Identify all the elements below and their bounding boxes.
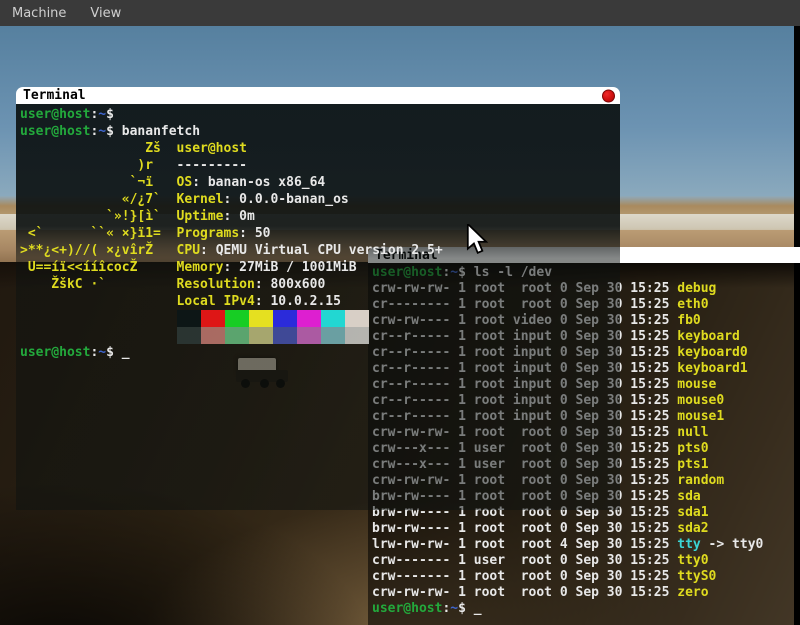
terminal1-title-bar[interactable]: Terminal [16, 87, 620, 104]
palette-swatch [249, 327, 273, 344]
ls-row: crw-rw-rw- 1 root root 0 Sep 30 15:25 ze… [372, 585, 800, 601]
fetch-line: Zš user@host [20, 140, 620, 157]
palette-swatch [201, 310, 225, 327]
palette-swatch [225, 310, 249, 327]
palette-swatch [177, 310, 201, 327]
palette-swatch [345, 327, 369, 344]
palette-swatch [225, 327, 249, 344]
menu-machine[interactable]: Machine [0, 0, 78, 26]
ls-row: lrw-rw-rw- 1 root root 4 Sep 30 15:25 tt… [372, 537, 800, 553]
palette-swatch [321, 327, 345, 344]
palette-row [20, 310, 620, 327]
palette-swatch [273, 327, 297, 344]
palette-swatch [273, 310, 297, 327]
palette-row [20, 327, 620, 344]
fetch-line: `»!}[ì` Uptime: 0m [20, 208, 620, 225]
terminal-window-bananfetch[interactable]: Terminal user@host:~$user@host:~$ bananf… [16, 87, 620, 510]
fetch-line: U==íï<<ííîcocŽ Memory: 27MiB / 1001MiB [20, 259, 620, 276]
menu-bar: Machine View [0, 0, 800, 26]
terminal1-title: Terminal [23, 88, 86, 103]
fetch-line: >**¿<+)//( ×¿vîrŽ CPU: QEMU Virtual CPU … [20, 242, 620, 259]
palette-swatch [201, 327, 225, 344]
palette-swatch [345, 310, 369, 327]
palette-swatch [177, 327, 201, 344]
palette-swatch [297, 327, 321, 344]
fetch-line: «/¿7` Kernel: 0.0.0-banan_os [20, 191, 620, 208]
prompt-line: user@host:~$ _ [372, 601, 800, 617]
fetch-line: ŽškC ·` Resolution: 800x600 [20, 276, 620, 293]
ls-row: crw------- 1 root root 0 Sep 30 15:25 tt… [372, 569, 800, 585]
desktop: Machine View Terminal user@host:~$ ls -l… [0, 0, 800, 625]
mouse-pointer-icon [466, 224, 490, 260]
palette-swatch [249, 310, 273, 327]
command-line: user@host:~$ bananfetch [20, 123, 620, 140]
terminal1-content[interactable]: user@host:~$user@host:~$ bananfetch Zš u… [16, 104, 620, 510]
fetch-line: )r --------- [20, 157, 620, 174]
ls-row: crw------- 1 user root 0 Sep 30 15:25 tt… [372, 553, 800, 569]
prompt-line: user@host:~$ _ [20, 344, 620, 361]
fetch-line: Local IPv4: 10.0.2.15 [20, 293, 620, 310]
ls-row: brw-rw---- 1 root root 0 Sep 30 15:25 sd… [372, 521, 800, 537]
menu-view[interactable]: View [78, 0, 133, 26]
palette-swatch [321, 310, 345, 327]
close-button-icon[interactable] [602, 89, 615, 102]
palette-swatch [297, 310, 321, 327]
fetch-line: <` ``« ×}ï1= Programs: 50 [20, 225, 620, 242]
fetch-line: `¬ï OS: banan-os x86_64 [20, 174, 620, 191]
prompt-line: user@host:~$ [20, 106, 620, 123]
